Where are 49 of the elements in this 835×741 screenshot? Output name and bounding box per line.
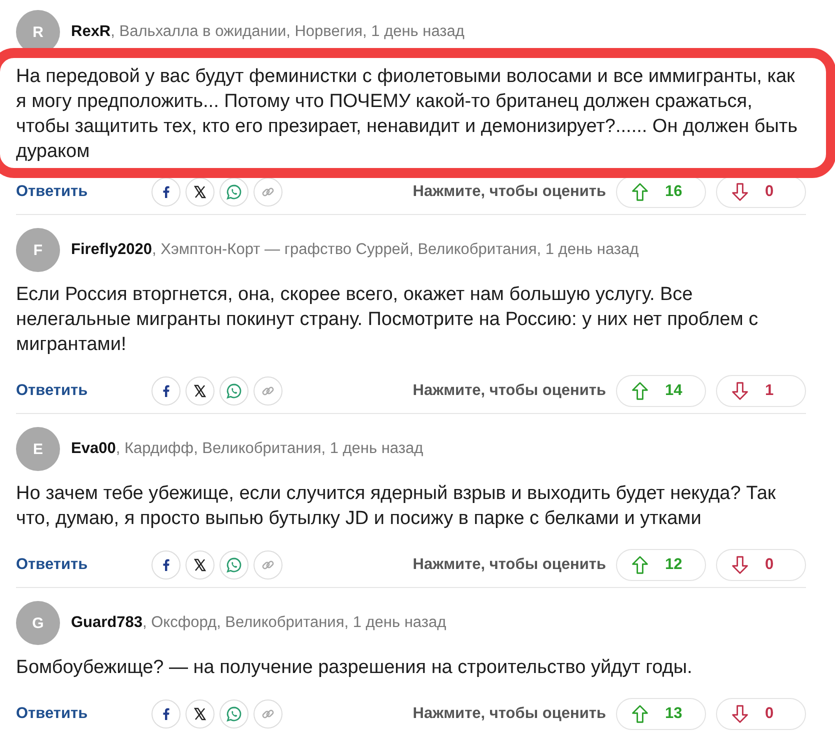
author-name: Firefly2020 bbox=[71, 241, 152, 259]
downvote-button[interactable]: 0 bbox=[716, 176, 806, 208]
author-name: RexR bbox=[71, 23, 111, 41]
rate-prompt: Нажмите, чтобы оценить bbox=[412, 382, 606, 400]
down-arrow-icon bbox=[731, 704, 749, 724]
facebook-icon[interactable] bbox=[151, 550, 181, 580]
up-arrow-icon bbox=[631, 182, 649, 202]
x-icon[interactable] bbox=[185, 177, 215, 207]
comment-meta: , Оксфорд, Великобритания, 1 день назад bbox=[142, 614, 446, 632]
comment-text: Если Россия вторгнется, она, скорее всего, окажет нам большую услугу. Все нелегальные мигранты покинут страну. Посмотрите на Россию: у них нет проблем с мигрантами! bbox=[16, 283, 760, 357]
reply-link[interactable]: Ответить bbox=[16, 183, 151, 201]
upvote-button[interactable]: 12 bbox=[616, 549, 706, 581]
author-name: Guard783 bbox=[71, 614, 143, 632]
x-icon[interactable] bbox=[185, 699, 215, 729]
comment-text: Бомбоубежище? — на получение разрешения на строительство уйдут годы. bbox=[16, 656, 694, 680]
reply-link[interactable]: Ответить bbox=[16, 556, 151, 574]
facebook-icon[interactable] bbox=[151, 177, 181, 207]
down-arrow-icon bbox=[731, 555, 749, 575]
x-icon[interactable] bbox=[185, 550, 215, 580]
reply-link[interactable]: Ответить bbox=[16, 382, 151, 400]
avatar: E bbox=[16, 427, 60, 471]
rate-prompt: Нажмите, чтобы оценить bbox=[412, 183, 606, 201]
downvote-button[interactable]: 0 bbox=[716, 549, 806, 581]
avatar: G bbox=[16, 601, 60, 645]
comment-meta: , Хэмптон-Корт — графство Суррей, Великобритания, 1 день назад bbox=[152, 241, 639, 259]
reply-link[interactable]: Ответить bbox=[16, 705, 151, 723]
avatar: F bbox=[16, 228, 60, 272]
author-name: Eva00 bbox=[71, 440, 116, 458]
down-arrow-icon bbox=[731, 381, 749, 401]
down-arrow-icon bbox=[731, 182, 749, 202]
rate-prompt: Нажмите, чтобы оценить bbox=[412, 705, 606, 723]
rate-prompt: Нажмите, чтобы оценить bbox=[412, 556, 606, 574]
upvote-button[interactable]: 14 bbox=[616, 375, 706, 407]
comment-text: На передовой у вас будут феминистки с фиолетовыми волосами и все иммигранты, как я могу предположить... Потому что ПОЧЕМУ какой-то британец должен сражаться, чтобы защитить тех, кто его презирает, ненавидит и демонизирует?...... Он должен быть дураком bbox=[16, 65, 798, 164]
upvote-button[interactable]: 13 bbox=[616, 698, 706, 730]
comment-text: Но зачем тебе убежище, если случится ядерный взрыв и выходить будет некуда? Так что, думаю, я просто выпью бутылку JD и посижу в парке с белками и утками bbox=[16, 482, 777, 531]
whatsapp-icon[interactable] bbox=[219, 177, 249, 207]
up-arrow-icon bbox=[631, 555, 649, 575]
comment-meta: , Кардифф, Великобритания, 1 день назад bbox=[116, 440, 424, 458]
comment-meta: , Вальхалла в ожидании, Норвегия, 1 день назад bbox=[110, 23, 464, 41]
up-arrow-icon bbox=[631, 704, 649, 724]
upvote-button[interactable]: 16 bbox=[616, 176, 706, 208]
facebook-icon[interactable] bbox=[151, 699, 181, 729]
link-icon[interactable] bbox=[253, 177, 283, 207]
up-arrow-icon bbox=[631, 381, 649, 401]
x-icon[interactable] bbox=[185, 376, 215, 406]
downvote-button[interactable]: 1 bbox=[716, 375, 806, 407]
downvote-button[interactable]: 0 bbox=[716, 698, 806, 730]
facebook-icon[interactable] bbox=[151, 376, 181, 406]
